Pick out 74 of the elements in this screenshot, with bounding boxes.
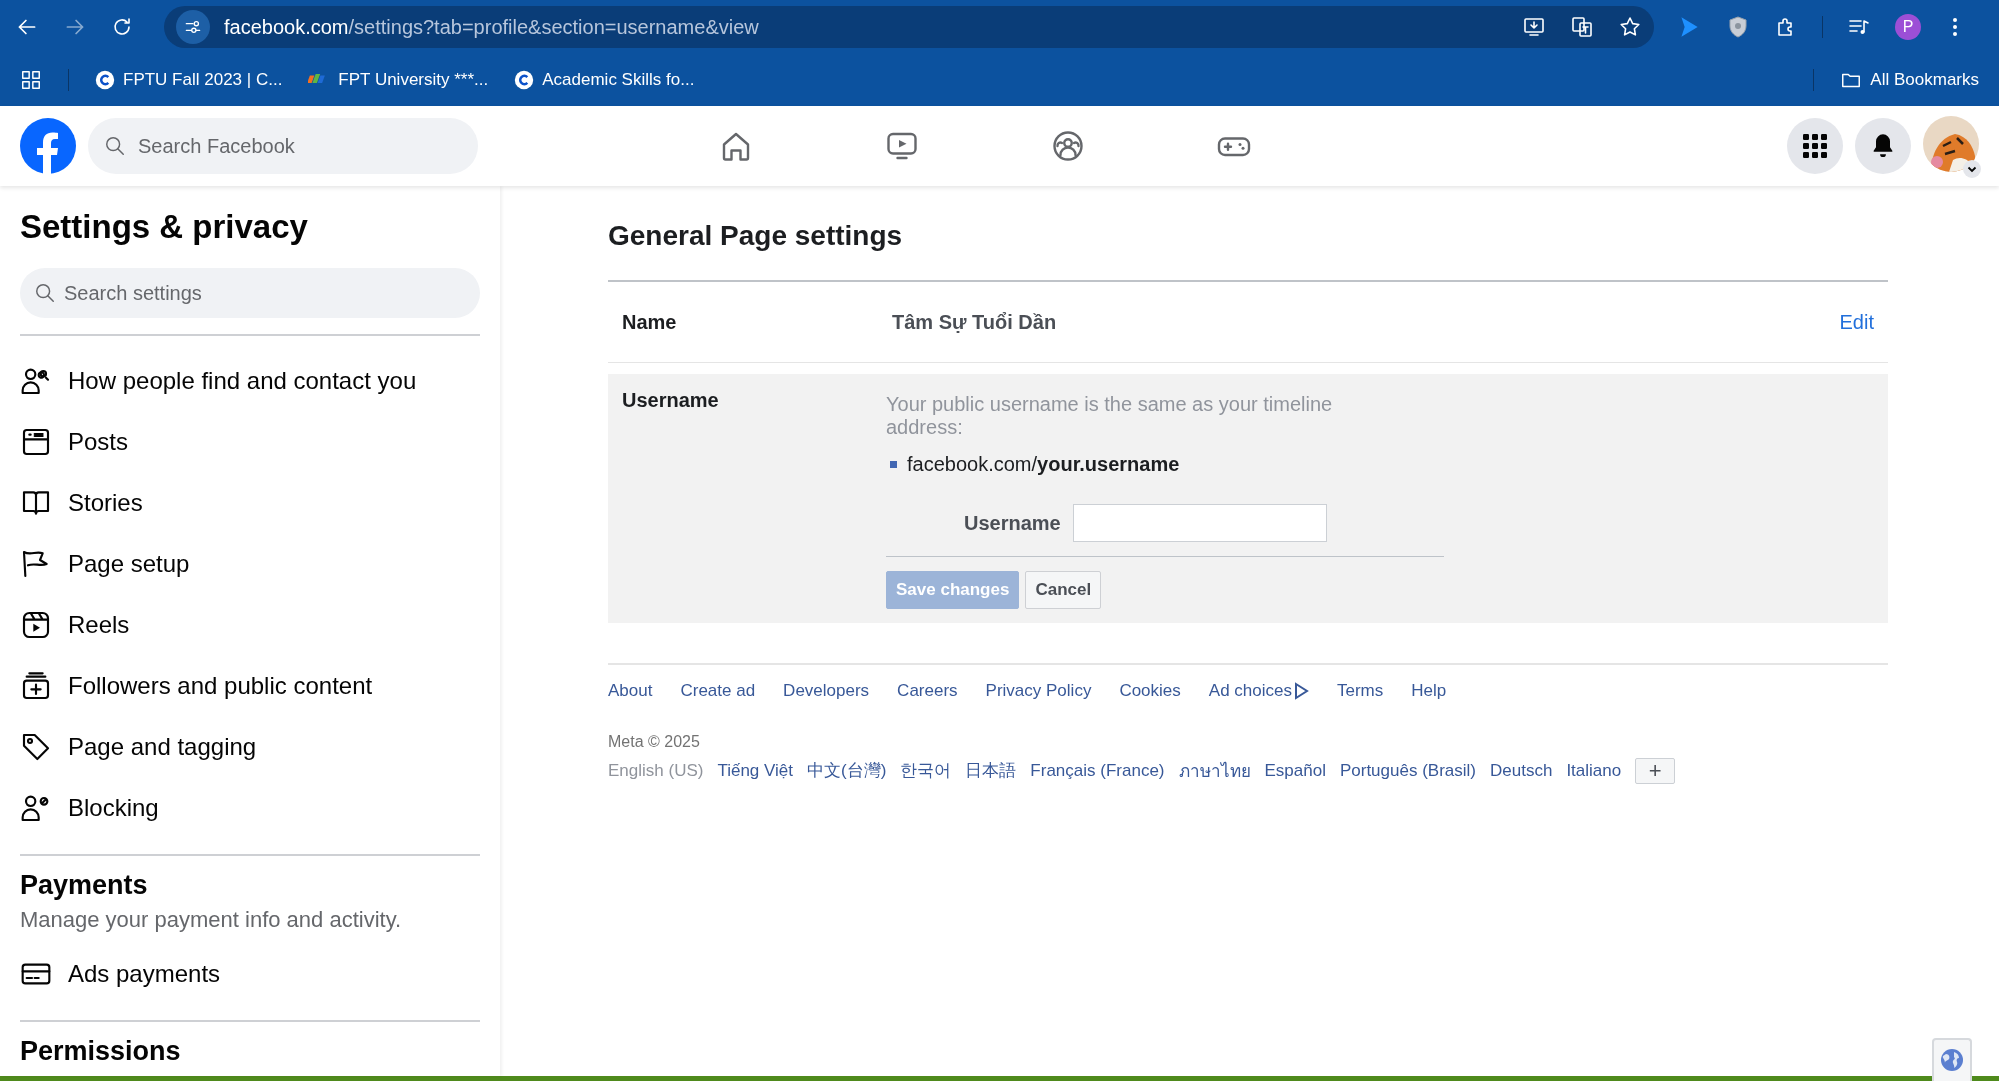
field-label: Username <box>964 511 1061 535</box>
url-text: facebook.com/settings?tab=profile&section=username&view <box>224 15 759 39</box>
footer-link[interactable]: Terms <box>1337 681 1384 701</box>
translate-icon[interactable] <box>1570 15 1594 39</box>
language-button[interactable] <box>1932 1038 1972 1081</box>
menu-item[interactable]: Page setup <box>68 549 190 578</box>
groups-icon[interactable] <box>1050 128 1086 164</box>
description-text: Your public username is the same as your timeline address: <box>886 393 1334 439</box>
stacked-plus-icon <box>20 669 52 702</box>
apps-icon[interactable] <box>20 69 42 91</box>
star-icon[interactable] <box>1618 15 1642 39</box>
footer-link[interactable]: Help <box>1411 681 1447 701</box>
site-logo-icon <box>95 70 115 90</box>
footer-link[interactable]: Create ad <box>680 681 756 701</box>
language-link[interactable]: Deutsch <box>1490 760 1553 781</box>
language-link[interactable]: Français (France) <box>1030 760 1165 781</box>
bookmark-link[interactable]: FPTU Fall 2023 | C... <box>123 70 283 90</box>
menu-item[interactable]: Page and tagging <box>68 732 257 761</box>
footer-link[interactable]: About <box>608 681 653 701</box>
menu-item[interactable]: Ads payments <box>68 959 221 988</box>
language-link[interactable]: 한국어 <box>900 759 952 782</box>
edit-link[interactable]: Edit <box>1839 310 1874 334</box>
avatar[interactable] <box>1923 116 1979 172</box>
all-bookmarks-link[interactable]: All Bookmarks <box>1870 70 1979 90</box>
language-link[interactable]: 中文(台灣) <box>807 759 887 782</box>
menu-item[interactable]: Followers and public content <box>68 671 373 700</box>
address-bar[interactable]: facebook.com/settings?tab=profile&section=username&view <box>164 6 1654 48</box>
bookmark-link[interactable]: Academic Skills fo... <box>542 70 695 90</box>
username-example: facebook.com/your.username <box>907 453 1180 476</box>
footer-link[interactable]: Privacy Policy <box>985 681 1092 701</box>
language-link[interactable]: Italiano <box>1566 760 1622 781</box>
row-label: Name <box>622 310 678 334</box>
menu-item[interactable]: How people find and contact you <box>68 366 417 395</box>
search-field[interactable]: Search settings <box>20 268 480 318</box>
language-link[interactable]: ภาษาไทย <box>1178 757 1251 784</box>
section-description: Manage your payment info and activity. <box>20 907 403 933</box>
footer-link[interactable]: Ad choices <box>1208 681 1309 701</box>
language-link[interactable]: Español <box>1264 760 1326 781</box>
ad-choices-icon <box>1293 682 1309 700</box>
copyright-text: Meta © 2025 <box>608 733 701 751</box>
name-value: Tâm Sự Tuổi Dần <box>892 310 1057 333</box>
page-title: Settings & privacy <box>20 208 309 246</box>
row-label: Username <box>622 389 719 411</box>
language-link[interactable]: 日本語 <box>965 759 1017 782</box>
section-title: General Page settings <box>608 220 904 252</box>
search-icon <box>104 135 126 157</box>
language-link[interactable]: Português (Brasil) <box>1339 760 1476 781</box>
facebook-logo[interactable] <box>20 118 76 174</box>
menu-item[interactable]: Blocking <box>68 793 159 822</box>
username-input[interactable] <box>1072 504 1327 542</box>
footer-link[interactable]: Cookies <box>1119 681 1181 701</box>
cancel-button[interactable]: Cancel <box>1025 571 1102 609</box>
search-icon <box>34 282 56 304</box>
language-link[interactable]: Tiếng Việt <box>717 760 794 781</box>
chevron-down-icon[interactable] <box>1963 160 1981 178</box>
install-app-icon[interactable] <box>1522 15 1546 39</box>
more-languages-button[interactable]: + <box>1635 757 1676 784</box>
bookmark-link[interactable]: FPT University ***... <box>338 70 489 90</box>
site-logo-icon <box>514 70 535 90</box>
search-field[interactable]: Search Facebook <box>88 118 478 174</box>
footer-link[interactable]: Developers <box>783 681 870 701</box>
globe-icon <box>1940 1048 1964 1072</box>
footer-link[interactable]: Careers <box>897 681 958 701</box>
menu-item[interactable]: Reels <box>68 610 130 639</box>
notifications-button[interactable] <box>1855 118 1911 174</box>
bullet-icon <box>890 461 897 468</box>
section-heading: Payments <box>20 870 149 901</box>
menu-item[interactable]: Posts <box>68 427 129 456</box>
menu-button[interactable] <box>1787 118 1843 174</box>
menu-icon <box>1801 132 1829 160</box>
section-heading: Permissions <box>20 1036 182 1067</box>
menu-item[interactable]: Stories <box>68 488 143 517</box>
profile-button[interactable]: P <box>1895 14 1921 40</box>
shield-icon[interactable] <box>1726 15 1750 39</box>
